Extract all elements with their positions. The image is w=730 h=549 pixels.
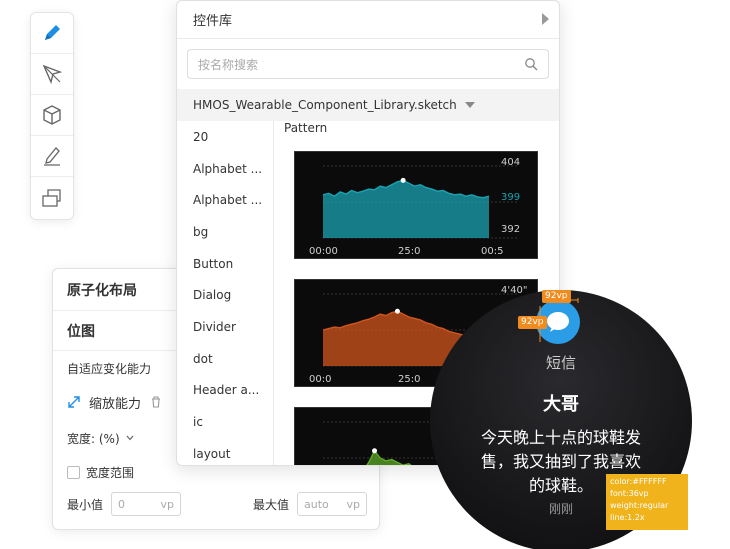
chart-x-tick: 00:5 [481, 246, 503, 257]
app-name: 短信 [545, 354, 576, 372]
chevron-right-icon[interactable] [542, 13, 549, 25]
library-header: 控件库 [177, 1, 559, 39]
list-item[interactable]: ic [177, 406, 273, 438]
list-item[interactable]: Alphabet ... [177, 184, 273, 216]
max-unit: vp [346, 497, 361, 511]
chart-y-label: 399 [501, 192, 520, 203]
width-label: 宽度: (%) [67, 431, 120, 446]
list-item[interactable]: Button [177, 248, 273, 280]
chart-card-1[interactable]: 00:00 25:0 00:5 404 399 392 [294, 151, 538, 259]
cube-icon [43, 105, 61, 125]
pencil-icon [45, 25, 60, 40]
scale-label: 缩放能力 [89, 396, 142, 412]
max-label: 最大值 [253, 497, 290, 512]
dimension-guides [539, 298, 579, 342]
width-range-checkbox[interactable] [67, 465, 80, 479]
message-line-1: 今天晚上十点的球鞋发 [480, 428, 641, 447]
chart-y-label: 404 [501, 157, 520, 168]
message-line-2: 售，我又抽到了我喜欢 [480, 452, 641, 471]
search-input[interactable]: 按名称搜索 [187, 49, 549, 79]
list-item[interactable]: 20 [177, 121, 273, 153]
list-item[interactable]: dot [177, 343, 273, 375]
tooltip-line: color:#FFFFFF [610, 477, 667, 486]
expand-arrows-icon [68, 396, 80, 408]
chart-peak-point [400, 177, 406, 183]
list-item[interactable]: bg [177, 216, 273, 248]
chart-0-svg: 00:00 25:0 00:5 404 399 392 [309, 157, 520, 257]
max-value: auto [304, 497, 329, 511]
layer-tool-button[interactable] [31, 177, 73, 218]
3d-tool-button[interactable] [31, 95, 73, 136]
preview-title: Pattern [284, 121, 328, 135]
component-list: 20 Alphabet ... Alphabet ... bg Button D… [177, 121, 274, 465]
caret-down-icon [464, 102, 475, 108]
list-item[interactable]: layout [177, 438, 273, 465]
trash-icon[interactable] [149, 395, 163, 409]
tooltip-line: font:36vp [610, 489, 649, 498]
library-title: 控件库 [193, 14, 233, 29]
min-max-row: 最小值 0 vp 最大值 auto vp [53, 489, 379, 519]
list-item[interactable]: Alphabet ... [177, 153, 273, 185]
tool-palette [30, 12, 74, 220]
chart-x-tick: 00:0 [309, 374, 331, 385]
sender-name: 大哥 [543, 394, 579, 415]
vector-pen-icon [42, 64, 63, 85]
vector-tool-button[interactable] [31, 54, 73, 95]
pen-tool-button[interactable] [31, 13, 73, 54]
chart-x-tick: 25:0 [398, 246, 420, 257]
tooltip-line: weight:regular [610, 501, 669, 510]
min-label: 最小值 [67, 497, 104, 512]
edit-line-icon [44, 147, 60, 166]
list-item[interactable]: Divider [177, 311, 273, 343]
chart-peak-point [372, 448, 378, 454]
max-input[interactable]: auto vp [297, 492, 368, 516]
chevron-down-icon [126, 435, 134, 441]
min-input[interactable]: 0 vp [111, 492, 182, 516]
chart-area [323, 180, 489, 238]
style-tooltip: color:#FFFFFF font:36vp weight:regular l… [606, 474, 688, 530]
list-item[interactable]: Dialog [177, 279, 273, 311]
list-item[interactable]: Header a... [177, 375, 273, 407]
width-range-label: 宽度范围 [86, 465, 135, 480]
layers-icon [42, 188, 61, 207]
min-value: 0 [118, 497, 126, 511]
chart-x-tick: 00:00 [309, 246, 338, 257]
chart-x-tick: 25:0 [398, 374, 420, 385]
chart-peak-point [394, 308, 400, 314]
search-placeholder: 按名称搜索 [198, 57, 259, 72]
search-icon[interactable] [524, 57, 538, 71]
chart-y-label: 392 [501, 224, 520, 235]
file-name: HMOS_Wearable_Component_Library.sketch [193, 98, 457, 112]
tooltip-line: line:1.2x [610, 513, 645, 522]
edit-tool-button[interactable] [31, 136, 73, 177]
file-selector[interactable]: HMOS_Wearable_Component_Library.sketch [177, 89, 559, 121]
min-unit: vp [160, 497, 175, 511]
